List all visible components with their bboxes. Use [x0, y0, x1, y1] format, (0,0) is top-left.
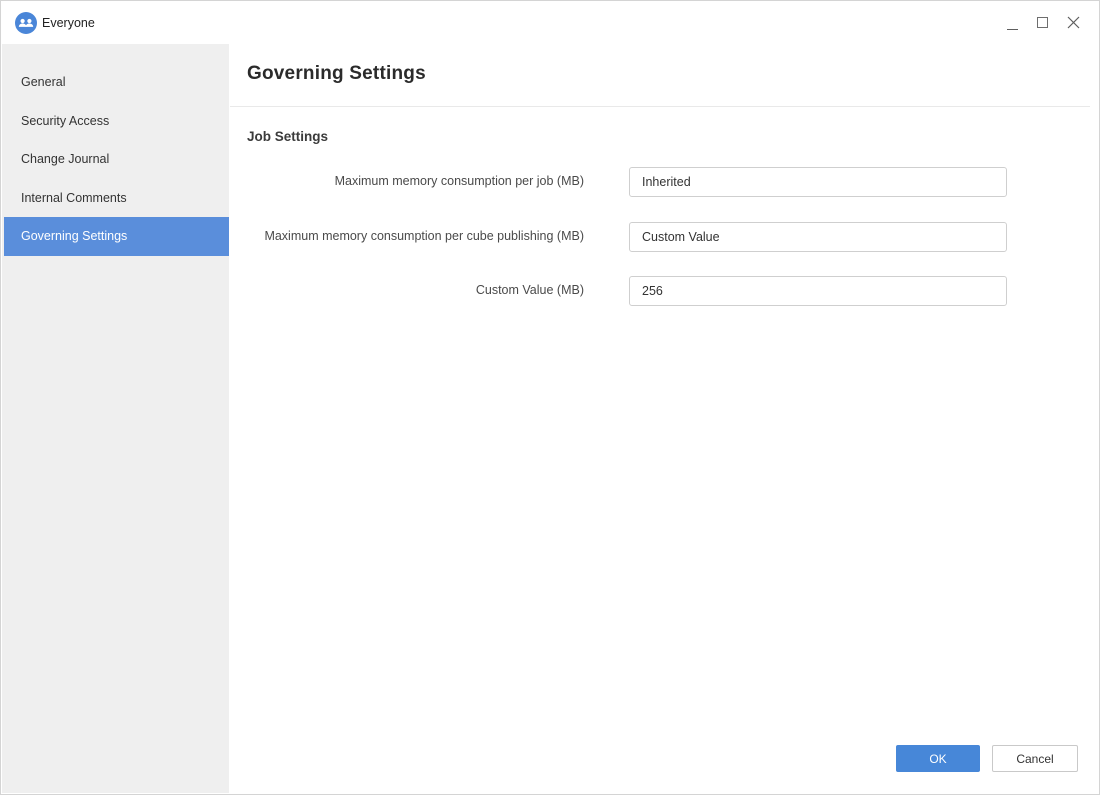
ok-button[interactable]: OK	[896, 745, 980, 772]
form-row: Maximum memory consumption per cube publ…	[239, 222, 1017, 252]
close-button[interactable]	[1058, 1, 1089, 44]
maximize-button[interactable]	[1028, 1, 1059, 44]
people-icon	[15, 12, 37, 34]
sidebar-item-general[interactable]: General	[2, 63, 229, 102]
custom-value-label: Custom Value (MB)	[239, 281, 584, 301]
close-icon	[1067, 16, 1080, 29]
form-row: Custom Value (MB)	[239, 276, 1017, 306]
settings-window: Everyone General Security Access Change …	[0, 0, 1100, 795]
sidebar-item-security-access[interactable]: Security Access	[2, 102, 229, 141]
form-row: Maximum memory consumption per job (MB)	[239, 167, 1017, 197]
max-memory-per-cube-publishing-input[interactable]	[629, 222, 1007, 252]
sidebar-item-governing-settings[interactable]: Governing Settings	[4, 217, 229, 256]
window-controls	[997, 1, 1089, 44]
sidebar-item-change-journal[interactable]: Change Journal	[2, 140, 229, 179]
sidebar: General Security Access Change Journal I…	[2, 44, 229, 793]
minimize-icon	[1007, 22, 1018, 30]
main-panel: Governing Settings Job Settings Maximum …	[229, 44, 1098, 793]
section-title: Job Settings	[247, 129, 328, 144]
window-title: Everyone	[42, 1, 95, 44]
sidebar-item-internal-comments[interactable]: Internal Comments	[2, 179, 229, 218]
minimize-button[interactable]	[997, 1, 1028, 44]
cancel-button[interactable]: Cancel	[992, 745, 1078, 772]
max-memory-per-job-label: Maximum memory consumption per job (MB)	[239, 172, 584, 192]
maximize-icon	[1037, 17, 1048, 28]
custom-value-input[interactable]	[629, 276, 1007, 306]
page-title: Governing Settings	[247, 63, 426, 85]
title-bar: Everyone	[1, 1, 1099, 44]
max-memory-per-cube-publishing-label: Maximum memory consumption per cube publ…	[239, 227, 584, 247]
max-memory-per-job-input[interactable]	[629, 167, 1007, 197]
divider	[230, 106, 1090, 107]
